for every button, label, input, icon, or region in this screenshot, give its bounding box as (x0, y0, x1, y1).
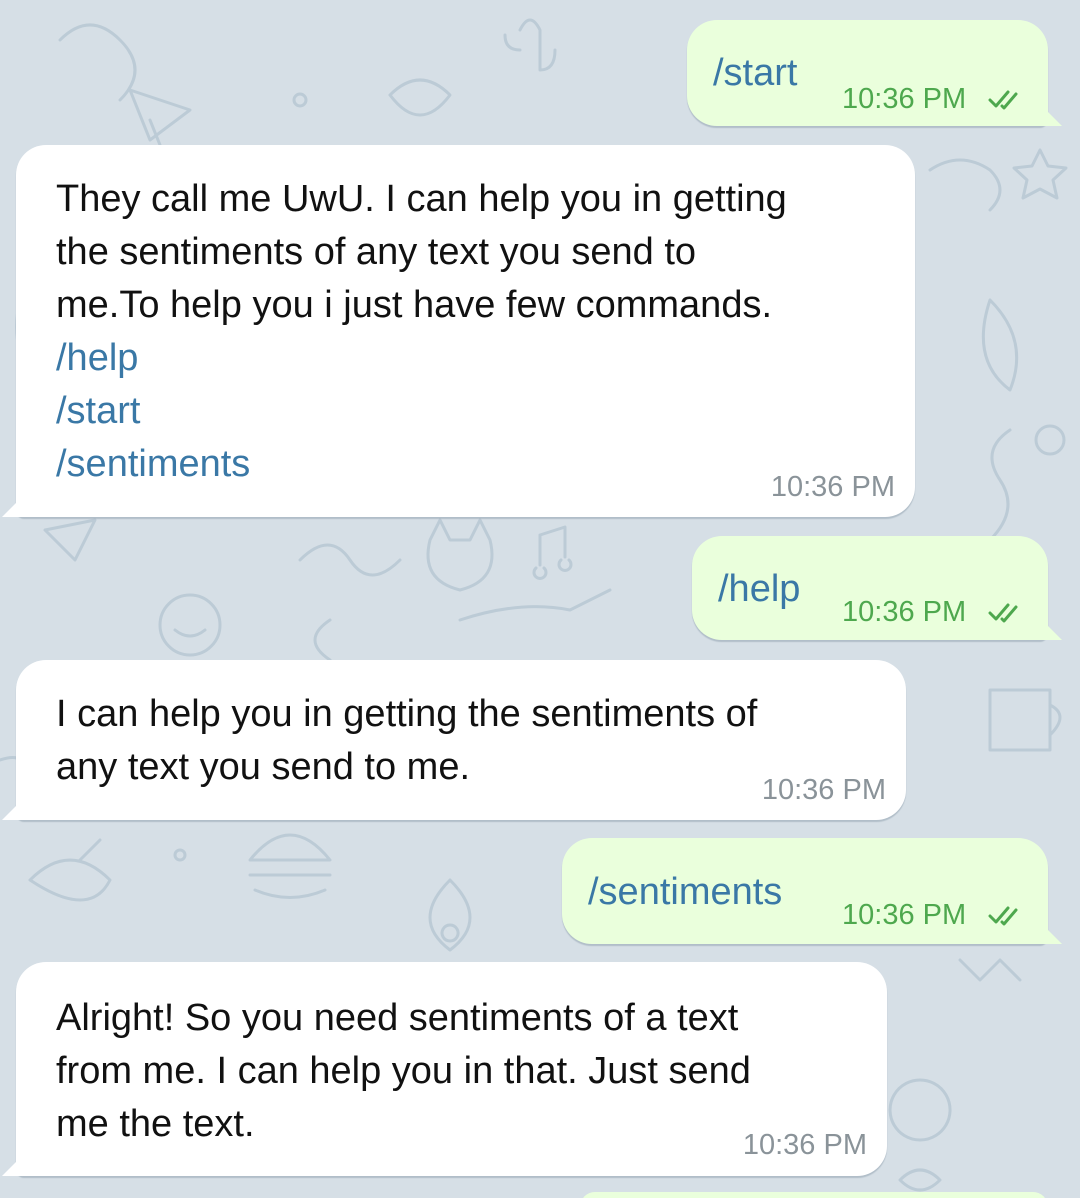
message-line: any text you send to me. (56, 746, 471, 788)
message-line: me.To help you i just have few commands. (56, 284, 773, 326)
doodle-ring (1034, 424, 1066, 456)
doodle-dot (292, 92, 308, 108)
message-time: 10:36 PM (761, 774, 886, 806)
doodle-star (1012, 148, 1068, 200)
doodle-curl (988, 428, 1012, 542)
outgoing-message-partial[interactable] (580, 1192, 1048, 1198)
doodle-burger (248, 833, 332, 899)
incoming-message-intro: They call me UwU. I can help you in gett… (2, 145, 915, 517)
message-text: /sentiments (588, 871, 783, 913)
double-check-icon (988, 906, 1018, 926)
outgoing-message-start[interactable]: /start 10:36 PM (687, 20, 1062, 126)
doodle-bird (28, 838, 112, 902)
doodle-cat (426, 518, 494, 592)
message-line: I can help you in getting the sentiments… (56, 693, 758, 735)
outgoing-message-help[interactable]: /help 10:36 PM (692, 536, 1062, 640)
doodle-music-note (532, 525, 573, 580)
message-text: /start (713, 52, 798, 94)
doodle-wave (928, 158, 1002, 212)
message-line: the sentiments of any text you send to (56, 231, 697, 273)
doodle-flower (898, 1168, 942, 1192)
message-time: 10:36 PM (842, 596, 967, 628)
double-check-icon (988, 90, 1018, 110)
incoming-message-sentiments-reply: Alright! So you need sentiments of a tex… (2, 962, 887, 1176)
doodle-snake (298, 543, 402, 662)
message-line: They call me UwU. I can help you in gett… (56, 178, 787, 220)
incoming-message-help-reply: I can help you in getting the sentiments… (2, 660, 906, 820)
doodle-guitar (458, 588, 612, 622)
doodle-avocado (428, 878, 472, 952)
message-line: me the text. (56, 1103, 255, 1145)
doodle-leaf (981, 298, 1019, 392)
message-time: 10:36 PM (842, 83, 967, 115)
message-text: /help (718, 568, 801, 610)
message-time: 10:36 PM (742, 1129, 867, 1161)
command-link-help[interactable]: /help (56, 332, 787, 385)
doodle-paper-plane (128, 88, 192, 147)
doodle-ring-2 (888, 1078, 952, 1142)
command-link-sentiments[interactable]: /sentiments (56, 438, 787, 491)
message-line: from me. I can help you in that. Just se… (56, 1050, 751, 1092)
doodle-cactus (503, 18, 557, 72)
doodle-zigzag (958, 958, 1022, 982)
message-body: I can help you in getting the sentiments… (56, 688, 757, 794)
message-time: 10:36 PM (842, 899, 967, 931)
outgoing-message-sentiments[interactable]: /sentiments 10:36 PM (562, 838, 1062, 944)
doodle-paper-plane-2 (43, 518, 97, 562)
doodle-smiley-mouth (173, 628, 207, 638)
doodle-swirl (58, 23, 137, 102)
doodle-smiley (158, 593, 222, 657)
doodle-dot-2 (173, 848, 187, 862)
doodle-mug (988, 688, 1062, 752)
message-line: Alright! So you need sentiments of a tex… (56, 997, 739, 1039)
doodle-rocket (388, 78, 452, 117)
command-link-start[interactable]: /start (56, 385, 787, 438)
message-time: 10:36 PM (770, 471, 895, 503)
message-body: They call me UwU. I can help you in gett… (56, 173, 787, 491)
double-check-icon (988, 603, 1018, 623)
message-body: Alright! So you need sentiments of a tex… (56, 992, 751, 1151)
